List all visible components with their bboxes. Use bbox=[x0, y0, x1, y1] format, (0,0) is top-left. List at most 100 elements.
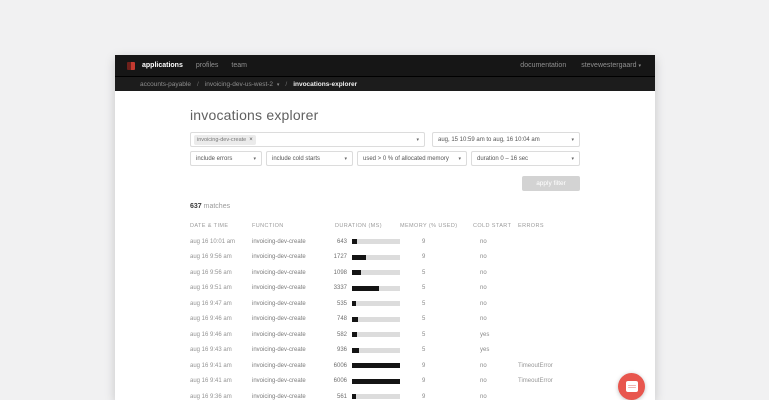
cell-datetime: aug 16 9:46 am bbox=[190, 332, 252, 338]
app-window: applications profiles team documentation… bbox=[115, 55, 655, 400]
chevron-down-icon: ▾ bbox=[277, 82, 280, 88]
col-header-errors: errors bbox=[518, 223, 580, 229]
chevron-down-icon: ▾ bbox=[253, 156, 256, 162]
duration-bar-track bbox=[352, 394, 400, 399]
cold-starts-filter-value: include cold starts bbox=[272, 156, 320, 162]
nav-item-documentation[interactable]: documentation bbox=[520, 62, 566, 69]
errors-filter-value: include errors bbox=[196, 156, 232, 162]
cell-duration-ms: 1098 bbox=[330, 270, 347, 276]
breadcrumb: accounts-payable / invoicing-dev-us-west… bbox=[115, 76, 655, 91]
breadcrumb-separator: / bbox=[197, 81, 199, 88]
cell-datetime: aug 16 9:41 am bbox=[190, 363, 252, 369]
apply-filter-button[interactable]: apply filter bbox=[522, 176, 580, 191]
table-row[interactable]: aug 16 10:01 am invoicing-dev-create 643… bbox=[190, 234, 580, 250]
cell-function: invoicing-dev-create bbox=[252, 347, 330, 353]
date-range-select[interactable]: aug, 15 10:59 am to aug, 16 10:04 am ▾ bbox=[432, 132, 580, 147]
user-menu[interactable]: stevewestergaard▾ bbox=[581, 62, 641, 69]
cell-memory-used: 5 bbox=[400, 316, 473, 322]
table-row[interactable]: aug 16 9:51 am invoicing-dev-create 3337… bbox=[190, 281, 580, 297]
cell-datetime: aug 16 9:47 am bbox=[190, 301, 252, 307]
memory-filter-value: used > 0 % of allocated memory bbox=[363, 156, 449, 162]
cell-memory-used: 9 bbox=[400, 239, 473, 245]
errors-filter-select[interactable]: include errors ▾ bbox=[190, 151, 262, 166]
duration-bar-track bbox=[352, 286, 400, 291]
function-filter-tag: invoicing-dev-create × bbox=[194, 135, 256, 145]
chat-bubble-icon bbox=[626, 381, 638, 392]
table-row[interactable]: aug 16 9:36 am invoicing-dev-create 561 … bbox=[190, 389, 580, 400]
cell-cold-start: no bbox=[473, 239, 518, 245]
cell-memory-used: 5 bbox=[400, 301, 473, 307]
function-filter-select[interactable]: invoicing-dev-create × ▾ bbox=[190, 132, 425, 147]
duration-bar-fill bbox=[352, 379, 400, 384]
nav-item-team[interactable]: team bbox=[231, 62, 247, 69]
table-row[interactable]: aug 16 9:43 am invoicing-dev-create 936 … bbox=[190, 343, 580, 359]
cell-datetime: aug 16 9:43 am bbox=[190, 347, 252, 353]
matches-count: 637 bbox=[190, 203, 202, 210]
table-row[interactable]: aug 16 9:56 am invoicing-dev-create 1727… bbox=[190, 250, 580, 266]
chevron-down-icon: ▾ bbox=[638, 63, 641, 69]
cell-duration-ms: 561 bbox=[330, 394, 347, 400]
duration-bar-fill bbox=[352, 317, 358, 322]
breadcrumb-account[interactable]: accounts-payable bbox=[140, 81, 191, 88]
filter-row-primary: invoicing-dev-create × ▾ aug, 15 10:59 a… bbox=[190, 132, 580, 147]
duration-bar-fill bbox=[352, 255, 366, 260]
table-row[interactable]: aug 16 9:47 am invoicing-dev-create 535 … bbox=[190, 296, 580, 312]
cell-duration-ms: 3337 bbox=[330, 285, 347, 291]
cell-cold-start: no bbox=[473, 301, 518, 307]
duration-bar-track bbox=[352, 332, 400, 337]
breadcrumb-current-page: invocations-explorer bbox=[293, 81, 357, 88]
chat-launcher-button[interactable] bbox=[618, 373, 645, 400]
cell-cold-start: no bbox=[473, 285, 518, 291]
remove-tag-icon[interactable]: × bbox=[249, 137, 253, 143]
cell-function: invoicing-dev-create bbox=[252, 394, 330, 400]
function-filter-tag-label: invoicing-dev-create bbox=[197, 137, 246, 143]
duration-bar-track bbox=[352, 239, 400, 244]
nav-item-applications[interactable]: applications bbox=[142, 62, 183, 69]
breadcrumb-app-selector[interactable]: invoicing-dev-us-west-2 ▾ bbox=[205, 81, 280, 88]
table-row[interactable]: aug 16 9:46 am invoicing-dev-create 582 … bbox=[190, 327, 580, 343]
cell-cold-start: yes bbox=[473, 347, 518, 353]
apply-filter-row: apply filter bbox=[190, 176, 580, 191]
invocations-table: date & time function duration (ms) memor… bbox=[190, 218, 580, 400]
cell-datetime: aug 16 9:41 am bbox=[190, 378, 252, 384]
chevron-down-icon: ▾ bbox=[344, 156, 347, 162]
col-header-duration: duration (ms) bbox=[335, 223, 400, 229]
cell-cold-start: no bbox=[473, 363, 518, 369]
table-row[interactable]: aug 16 9:56 am invoicing-dev-create 1098… bbox=[190, 265, 580, 281]
iopipe-logo-icon[interactable] bbox=[127, 62, 135, 70]
cell-cold-start: no bbox=[473, 270, 518, 276]
duration-bar-fill bbox=[352, 286, 379, 291]
cell-datetime: aug 16 9:56 am bbox=[190, 270, 252, 276]
duration-bar-track bbox=[352, 363, 400, 368]
duration-bar-fill bbox=[352, 239, 357, 244]
cell-duration-ms: 643 bbox=[330, 239, 347, 245]
col-header-function: function bbox=[252, 223, 330, 229]
cell-cold-start: no bbox=[473, 254, 518, 260]
col-header-datetime: date & time bbox=[190, 223, 252, 229]
col-header-memory: memory (% used) bbox=[400, 223, 473, 229]
table-row[interactable]: aug 16 9:46 am invoicing-dev-create 748 … bbox=[190, 312, 580, 328]
cell-function: invoicing-dev-create bbox=[252, 239, 330, 245]
cell-function: invoicing-dev-create bbox=[252, 378, 330, 384]
cell-datetime: aug 16 9:36 am bbox=[190, 394, 252, 400]
table-row[interactable]: aug 16 9:41 am invoicing-dev-create 6006… bbox=[190, 374, 580, 390]
table-header-row: date & time function duration (ms) memor… bbox=[190, 218, 580, 234]
cell-duration-ms: 535 bbox=[330, 301, 347, 307]
duration-bar-fill bbox=[352, 394, 356, 399]
cell-datetime: aug 16 9:56 am bbox=[190, 254, 252, 260]
cell-function: invoicing-dev-create bbox=[252, 332, 330, 338]
table-row[interactable]: aug 16 9:41 am invoicing-dev-create 6006… bbox=[190, 358, 580, 374]
nav-item-profiles[interactable]: profiles bbox=[196, 62, 219, 69]
cell-function: invoicing-dev-create bbox=[252, 316, 330, 322]
chevron-down-icon: ▾ bbox=[458, 156, 461, 162]
duration-filter-select[interactable]: duration 0 – 16 sec ▾ bbox=[471, 151, 580, 166]
cell-datetime: aug 16 10:01 am bbox=[190, 239, 252, 245]
cold-starts-filter-select[interactable]: include cold starts ▾ bbox=[266, 151, 353, 166]
memory-filter-select[interactable]: used > 0 % of allocated memory ▾ bbox=[357, 151, 467, 166]
cell-memory-used: 5 bbox=[400, 270, 473, 276]
cell-cold-start: no bbox=[473, 394, 518, 400]
main-content: invocations explorer invoicing-dev-creat… bbox=[190, 107, 580, 400]
chevron-down-icon: ▾ bbox=[571, 156, 574, 162]
page-title: invocations explorer bbox=[190, 107, 580, 123]
cell-memory-used: 5 bbox=[400, 285, 473, 291]
